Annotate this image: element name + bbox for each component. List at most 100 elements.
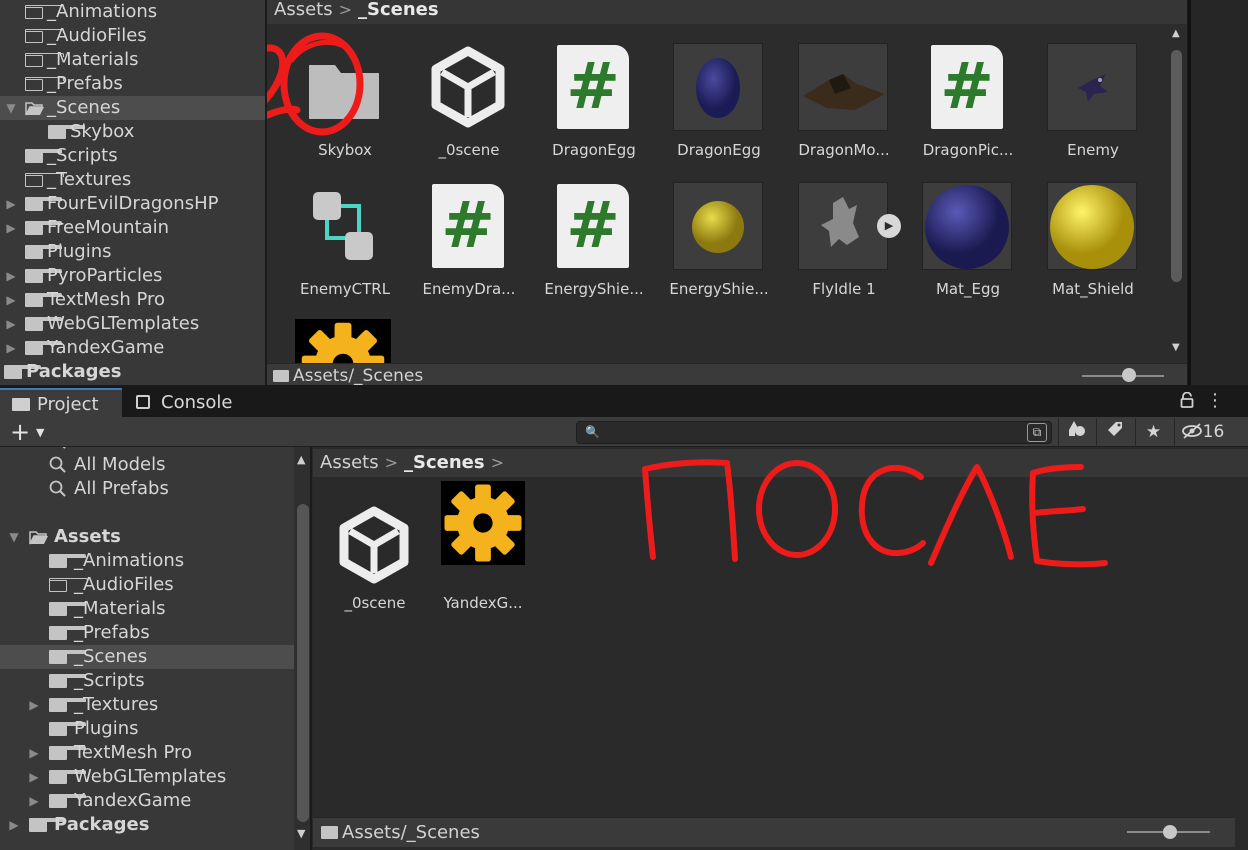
asset-label: EnemyDra... xyxy=(422,280,516,298)
chevron-right-icon[interactable]: ▶ xyxy=(27,765,41,789)
tab-project[interactable]: Project xyxy=(0,388,122,417)
asset-label: Mat_Shield xyxy=(1052,280,1134,298)
tree-item[interactable]: ▶ YandexGame xyxy=(0,336,265,360)
filter-by-type-button[interactable] xyxy=(1058,418,1094,446)
create-button[interactable]: + ▼ xyxy=(10,419,48,445)
tree-item[interactable]: All Prefabs xyxy=(0,477,294,501)
tree-item[interactable]: Plugins xyxy=(0,717,294,741)
chevron-right-icon[interactable]: ▶ xyxy=(27,789,41,813)
tree-item[interactable]: _Animations xyxy=(0,0,265,24)
search-options-icon[interactable]: ⧉ xyxy=(1027,423,1047,442)
scroll-thumb[interactable] xyxy=(297,504,309,822)
breadcrumb-separator-icon: > xyxy=(384,453,398,472)
tree-item[interactable]: _Scripts xyxy=(0,669,294,693)
tree-item[interactable]: Plugins xyxy=(0,240,265,264)
asset-thumbnail: # xyxy=(548,182,638,270)
tree-item[interactable]: _Scenes xyxy=(0,645,294,669)
tree-item[interactable]: ▶ YandexGame xyxy=(0,789,294,813)
tree-item-label: Plugins xyxy=(74,718,139,739)
zoom-slider-knob[interactable] xyxy=(1163,825,1177,839)
chevron-right-icon[interactable]: ▶ xyxy=(4,288,18,312)
chevron-right-icon[interactable]: ▶ xyxy=(4,264,18,288)
tree-item[interactable]: _Materials xyxy=(0,48,265,72)
hidden-packages-button[interactable]: 16 xyxy=(1174,418,1230,446)
scroll-down-icon[interactable]: ▼ xyxy=(297,827,305,840)
tree-item[interactable]: ▶ PyroParticles xyxy=(0,264,265,288)
play-icon[interactable]: ▶ xyxy=(877,214,901,238)
tree-item[interactable]: ▶ _Textures xyxy=(0,693,294,717)
chevron-right-icon[interactable]: ▶ xyxy=(4,216,18,240)
chevron-right-icon[interactable]: ▶ xyxy=(27,741,41,765)
top-vertical-scrollbar[interactable]: ▲ ▼ xyxy=(1167,24,1187,359)
folder-solid-icon xyxy=(25,293,62,307)
folder-empty-icon xyxy=(49,578,88,592)
asset-thumbnail xyxy=(299,182,389,270)
filter-by-label-button[interactable] xyxy=(1096,418,1132,446)
tree-item[interactable]: All Models xyxy=(0,453,294,477)
tree-item[interactable]: _Materials xyxy=(0,597,294,621)
tree-item-label: TextMesh Pro xyxy=(47,289,166,310)
breadcrumb-assets[interactable]: Assets xyxy=(320,452,379,473)
top-project-window: _Animations _AudioFiles _Materials _Prefabs… xyxy=(0,0,1248,385)
breadcrumb-assets[interactable]: Assets xyxy=(274,0,333,20)
tree-item[interactable]: Skybox xyxy=(0,120,265,144)
scroll-up-icon[interactable]: ▲ xyxy=(1172,28,1180,39)
scroll-down-icon[interactable]: ▼ xyxy=(1172,342,1180,353)
chevron-right-icon[interactable]: ▶ xyxy=(4,312,18,336)
folder-solid-icon xyxy=(25,245,62,259)
status-path: Assets/_Scenes xyxy=(293,366,424,385)
tree-item[interactable]: ▶ FreeMountain xyxy=(0,216,265,240)
material-sphere-icon xyxy=(925,185,1009,269)
folder-empty-icon xyxy=(25,173,64,187)
tree-vertical-scrollbar[interactable]: ▲ ▼ xyxy=(294,447,312,850)
chevron-right-icon[interactable]: ▶ xyxy=(4,192,18,216)
project-toolbar: + ▼ 🔍 ⧉ ★ 16 xyxy=(0,417,1248,447)
tab-console[interactable]: Console xyxy=(124,388,244,417)
tree-item-label: _Materials xyxy=(74,598,166,619)
tree-item[interactable]: _Prefabs xyxy=(0,621,294,645)
scroll-thumb[interactable] xyxy=(1171,50,1182,282)
shapes-icon xyxy=(1068,421,1085,436)
folder-solid-icon xyxy=(49,650,86,664)
tree-item[interactable]: ▶ TextMesh Pro xyxy=(0,288,265,312)
tree-item[interactable] xyxy=(0,501,294,525)
tree-item-label: _Animations xyxy=(74,550,185,571)
tree-item[interactable]: _Scripts xyxy=(0,144,265,168)
asset-label: DragonEgg xyxy=(552,141,636,159)
lock-icon[interactable] xyxy=(1180,391,1196,410)
folder-solid-icon xyxy=(49,602,86,616)
tree-item[interactable]: _AudioFiles xyxy=(0,24,265,48)
folder-solid-icon xyxy=(25,221,62,235)
tree-item[interactable]: Packages xyxy=(0,360,265,384)
search-input[interactable]: 🔍 ⧉ xyxy=(576,421,1052,444)
tree-item[interactable]: ▶ WebGLTemplates xyxy=(0,765,294,789)
tree-item[interactable]: _Textures xyxy=(0,168,265,192)
zoom-slider-knob[interactable] xyxy=(1122,368,1136,382)
tree-item[interactable]: ▶ FourEvilDragonsHP xyxy=(0,192,265,216)
asset-label: EnemyCTRL xyxy=(299,280,391,298)
tree-item[interactable]: _AudioFiles xyxy=(0,573,294,597)
chevron-down-icon[interactable]: ▼ xyxy=(4,96,18,120)
chevron-right-icon[interactable]: ▶ xyxy=(27,693,41,717)
chevron-down-icon: ▼ xyxy=(36,426,45,439)
chevron-right-icon[interactable]: ▶ xyxy=(4,336,18,360)
tree-item[interactable]: ▶ TextMesh Pro xyxy=(0,741,294,765)
chevron-down-icon[interactable]: ▼ xyxy=(7,525,21,549)
favorites-button[interactable]: ★ xyxy=(1135,418,1171,446)
asset-thumbnail xyxy=(798,182,888,270)
tree-item[interactable]: ▼ _Scenes xyxy=(0,96,265,120)
yandexgame-asset-partial[interactable] xyxy=(295,319,391,363)
breadcrumb-current[interactable]: _Scenes xyxy=(358,0,439,20)
tree-item[interactable]: ▶ Packages xyxy=(0,813,294,837)
scroll-up-icon[interactable]: ▲ xyxy=(297,453,305,466)
tree-item[interactable]: _Prefabs xyxy=(0,72,265,96)
unity-scene-icon xyxy=(431,46,505,128)
tree-item-label: FourEvilDragonsHP xyxy=(47,193,219,214)
tree-item[interactable]: ▶ WebGLTemplates xyxy=(0,312,265,336)
tree-item-label: PyroParticles xyxy=(47,265,163,286)
more-options-icon[interactable]: ⋮ xyxy=(1206,390,1224,412)
tree-item[interactable]: _Animations xyxy=(0,549,294,573)
chevron-right-icon[interactable]: ▶ xyxy=(7,813,21,837)
tree-item[interactable]: ▼ Assets xyxy=(0,525,294,549)
breadcrumb-current[interactable]: _Scenes xyxy=(404,452,485,473)
